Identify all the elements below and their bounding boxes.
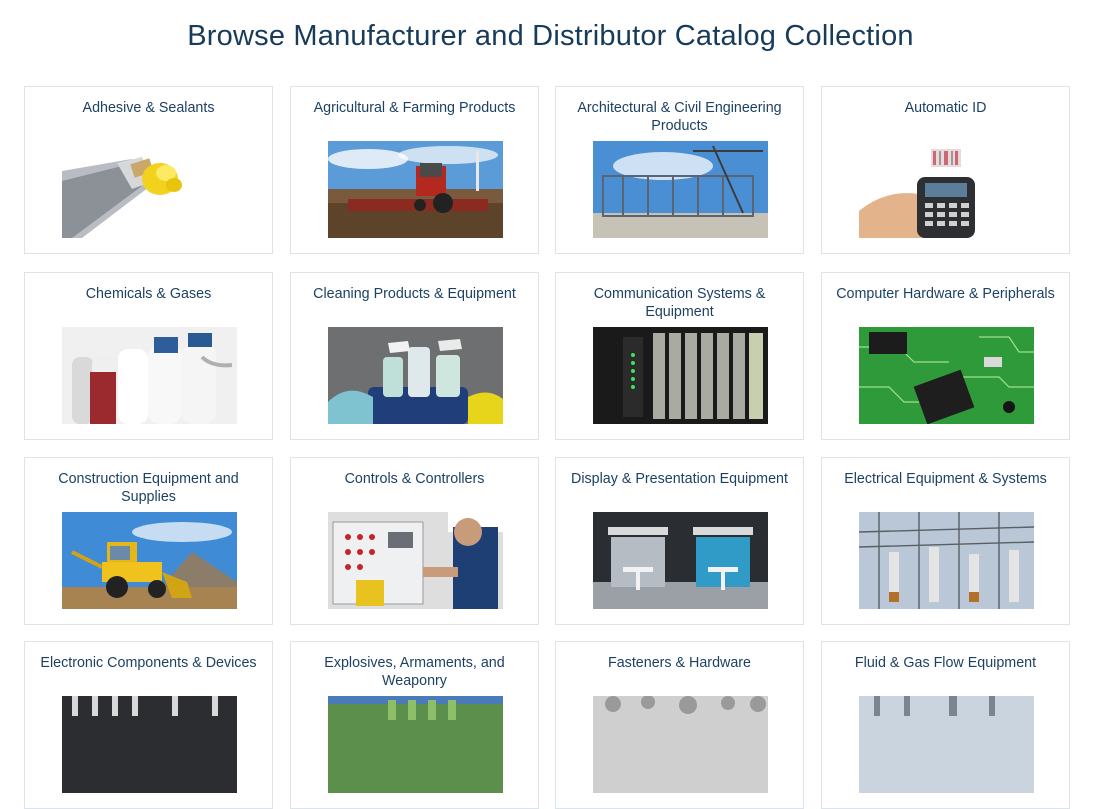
category-card-electrical-equipment[interactable]: Electrical Equipment & Systems [821, 457, 1070, 625]
tractor-field-image[interactable] [328, 141, 503, 238]
fasteners-image[interactable] [593, 696, 768, 793]
category-title[interactable]: Fluid & Gas Flow Equipment [830, 654, 1061, 672]
category-title[interactable]: Electrical Equipment & Systems [830, 470, 1061, 488]
page-title: Browse Manufacturer and Distributor Cata… [187, 20, 914, 52]
network-rack-image[interactable] [593, 327, 768, 424]
category-card-display-presentation[interactable]: Display & Presentation Equipment [555, 457, 804, 625]
category-card-automatic-id[interactable]: Automatic ID [821, 86, 1070, 254]
category-card-controls-controllers[interactable]: Controls & Controllers [290, 457, 539, 625]
backhoe-loader-image[interactable] [62, 512, 237, 609]
cleaning-supplies-image[interactable] [328, 327, 503, 424]
steel-frame-building-image[interactable] [593, 141, 768, 238]
category-title[interactable]: Explosives, Armaments, and Weaponry [299, 654, 530, 690]
category-card-cleaning-products[interactable]: Cleaning Products & Equipment [290, 272, 539, 440]
category-title[interactable]: Agricultural & Farming Products [299, 99, 530, 117]
category-card-chemicals-gases[interactable]: Chemicals & Gases [24, 272, 273, 440]
category-card-electronic-components[interactable]: Electronic Components & Devices [24, 641, 273, 809]
electrical-substation-image[interactable] [859, 512, 1034, 609]
category-title[interactable]: Controls & Controllers [299, 470, 530, 488]
barcode-scanner-image[interactable] [859, 141, 1034, 238]
category-title[interactable]: Computer Hardware & Peripherals [830, 285, 1061, 303]
category-card-adhesive-sealants[interactable]: Adhesive & Sealants [24, 86, 273, 254]
circuit-board-image[interactable] [859, 327, 1034, 424]
category-title[interactable]: Architectural & Civil Engineering Produc… [564, 99, 795, 135]
category-card-computer-hardware[interactable]: Computer Hardware & Peripherals [821, 272, 1070, 440]
gas-cylinders-image[interactable] [62, 327, 237, 424]
category-card-construction-equipment[interactable]: Construction Equipment and Supplies [24, 457, 273, 625]
category-title[interactable]: Display & Presentation Equipment [564, 470, 795, 488]
armaments-image[interactable] [328, 696, 503, 793]
category-title[interactable]: Adhesive & Sealants [33, 99, 264, 117]
category-title[interactable]: Automatic ID [830, 99, 1061, 117]
category-title[interactable]: Construction Equipment and Supplies [33, 470, 264, 506]
category-title[interactable]: Communication Systems & Equipment [564, 285, 795, 321]
electronic-components-image[interactable] [62, 696, 237, 793]
category-card-fasteners-hardware[interactable]: Fasteners & Hardware [555, 641, 804, 809]
category-card-agricultural-farming[interactable]: Agricultural & Farming Products [290, 86, 539, 254]
category-card-communication-systems[interactable]: Communication Systems & Equipment [555, 272, 804, 440]
adhesive-tube-image[interactable] [62, 141, 237, 238]
category-title[interactable]: Electronic Components & Devices [33, 654, 264, 672]
category-card-explosives-armaments[interactable]: Explosives, Armaments, and Weaponry [290, 641, 539, 809]
fluid-gas-plant-image[interactable] [859, 696, 1034, 793]
control-panel-technician-image[interactable] [328, 512, 503, 609]
exhibition-booth-image[interactable] [593, 512, 768, 609]
category-card-architectural-civil[interactable]: Architectural & Civil Engineering Produc… [555, 86, 804, 254]
category-title[interactable]: Fasteners & Hardware [564, 654, 795, 672]
category-title[interactable]: Cleaning Products & Equipment [299, 285, 530, 303]
category-title[interactable]: Chemicals & Gases [33, 285, 264, 303]
category-card-fluid-gas-flow[interactable]: Fluid & Gas Flow Equipment [821, 641, 1070, 809]
